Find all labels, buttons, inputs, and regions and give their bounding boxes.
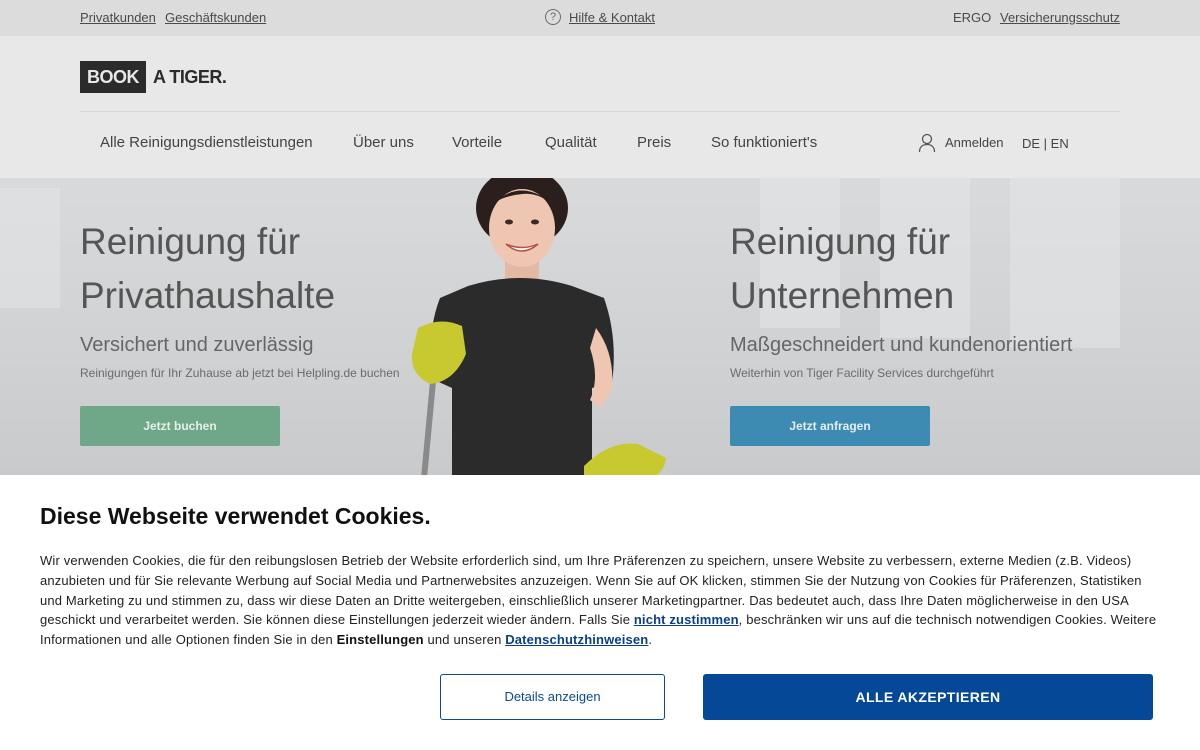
- hero-left-title-line1: Reinigung für: [80, 221, 301, 262]
- hero-right-title-line1: Reinigung für: [730, 221, 951, 262]
- alle-akzeptieren-button[interactable]: ALLE AKZEPTIEREN: [703, 674, 1153, 720]
- hero-left-description: Reinigungen für Ihr Zuhause ab jetzt bei…: [80, 366, 400, 380]
- nav-item-so-funktionierts[interactable]: So funktioniert's: [711, 134, 817, 151]
- cookie-text-part3: und unseren: [423, 632, 506, 648]
- hero-section: Reinigung für Privathaushalte Versichert…: [0, 178, 1200, 478]
- ergo-label: ERGO: [953, 10, 992, 25]
- header-divider: [80, 111, 1120, 112]
- logo-tiger: A TIGER.: [153, 66, 227, 87]
- nav-item-preis[interactable]: Preis: [637, 134, 671, 151]
- datenschutzhinweise-link[interactable]: Datenschutzhinweisen: [505, 632, 648, 647]
- details-anzeigen-button[interactable]: Details anzeigen: [440, 674, 665, 720]
- cookie-text: Wir verwenden Cookies, die für den reibu…: [40, 551, 1165, 650]
- language-switch[interactable]: DE | EN: [1022, 136, 1069, 151]
- top-utility-bar: Privatkunden Geschäftskunden ? Hilfe & K…: [0, 0, 1200, 36]
- help-icon: ?: [545, 9, 561, 25]
- book-a-tiger-logo[interactable]: BOOK A TIGER.: [80, 61, 227, 93]
- geschaeftskunden-link[interactable]: Geschäftskunden: [165, 10, 266, 25]
- hero-right-description: Weiterhin von Tiger Facility Services du…: [730, 366, 994, 380]
- einstellungen-text: Einstellungen: [336, 632, 424, 648]
- site-header: BOOK A TIGER. Alle Reinigungsdienstleist…: [0, 36, 1200, 178]
- privatkunden-link[interactable]: Privatkunden: [80, 10, 156, 25]
- nicht-zustimmen-link[interactable]: nicht zustimmen: [634, 612, 739, 627]
- hero-right-subtitle: Maßgeschneidert und kundenorientiert: [730, 334, 1073, 356]
- user-icon[interactable]: [918, 133, 936, 153]
- hilfe-kontakt-link[interactable]: Hilfe & Kontakt: [569, 10, 655, 25]
- hero-right-title-line2: Unternehmen: [730, 275, 955, 316]
- nav-item-ueber-uns[interactable]: Über uns: [353, 134, 414, 151]
- cookie-banner: Diese Webseite verwendet Cookies. Wir ve…: [0, 475, 1200, 750]
- hero-left-subtitle: Versichert und zuverlässig: [80, 334, 314, 356]
- nav-item-qualitaet[interactable]: Qualität: [545, 134, 597, 151]
- nav-item-vorteile[interactable]: Vorteile: [452, 134, 502, 151]
- jetzt-anfragen-button[interactable]: Jetzt anfragen: [730, 406, 930, 446]
- login-link[interactable]: Anmelden: [945, 135, 1004, 150]
- versicherungsschutz-link[interactable]: Versicherungsschutz: [1000, 10, 1120, 25]
- jetzt-buchen-button[interactable]: Jetzt buchen: [80, 406, 280, 446]
- nav-item-alle-reinigungsdienstleistungen[interactable]: Alle Reinigungsdienstleistungen: [100, 134, 313, 151]
- cookie-title: Diese Webseite verwendet Cookies.: [40, 503, 431, 529]
- hero-left-title-line2: Privathaushalte: [80, 275, 336, 316]
- cookie-text-part4: .: [648, 632, 653, 648]
- logo-book: BOOK: [80, 61, 146, 93]
